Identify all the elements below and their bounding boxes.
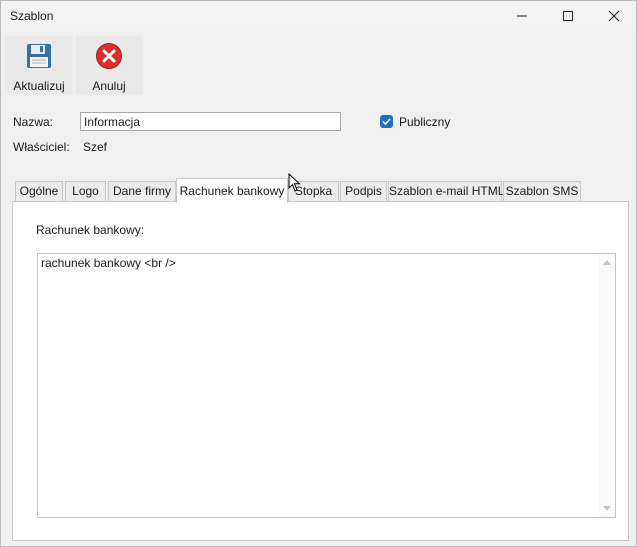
vertical-scrollbar[interactable]: [599, 254, 615, 517]
cancel-button[interactable]: Anuluj: [75, 35, 143, 95]
title-bar[interactable]: Szablon: [1, 1, 636, 31]
name-input[interactable]: Informacja: [80, 112, 341, 131]
minimize-icon: [517, 15, 527, 17]
tab-rachunek-bankowy[interactable]: Rachunek bankowy: [176, 178, 288, 203]
close-icon: [608, 10, 620, 22]
owner-value: Szef: [83, 140, 108, 154]
tab-ogolne[interactable]: Ogólne: [15, 181, 63, 201]
maximize-icon: [563, 11, 573, 21]
owner-label: Właściciel:: [13, 140, 70, 154]
tab-szablon-email-html[interactable]: Szablon e-mail HTML: [388, 181, 505, 201]
public-label: Publiczny: [399, 115, 451, 129]
name-value: Informacja: [84, 115, 141, 129]
tab-label: Logo: [72, 184, 99, 198]
tab-label: Rachunek bankowy: [179, 184, 285, 198]
tab-label: Szablon SMS: [505, 184, 579, 198]
tab-szablon-sms[interactable]: Szablon SMS: [503, 181, 581, 201]
close-button[interactable]: [591, 1, 637, 31]
cancel-label: Anuluj: [92, 79, 126, 93]
tab-label: Dane firmy: [112, 184, 171, 198]
tab-logo[interactable]: Logo: [65, 181, 106, 201]
app-window: Szablon Aktualizuj Anuluj Nazwa: Informa…: [0, 0, 637, 547]
name-label: Nazwa:: [13, 115, 54, 129]
update-button[interactable]: Aktualizuj: [5, 35, 73, 95]
bank-account-textarea[interactable]: rachunek bankowy <br />: [37, 253, 616, 518]
public-checkbox[interactable]: [380, 115, 393, 128]
checkmark-icon: [382, 118, 391, 126]
floppy-disk-icon: [27, 44, 51, 68]
tab-label: Szablon e-mail HTML: [389, 184, 505, 198]
tab-label: Ogólne: [19, 184, 59, 198]
tab-label: Podpis: [345, 184, 382, 198]
red-x-icon: [96, 43, 122, 69]
update-label: Aktualizuj: [13, 79, 65, 93]
window-title: Szablon: [10, 9, 54, 23]
tab-dane-firmy[interactable]: Dane firmy: [108, 181, 176, 201]
scroll-down-icon[interactable]: [603, 506, 611, 511]
bank-account-label: Rachunek bankowy:: [36, 223, 145, 237]
maximize-button[interactable]: [545, 1, 591, 31]
mouse-cursor-icon: [288, 173, 301, 192]
tab-podpis[interactable]: Podpis: [340, 181, 387, 201]
textarea-content: rachunek bankowy <br />: [41, 256, 176, 270]
minimize-button[interactable]: [499, 1, 545, 31]
scroll-up-icon[interactable]: [603, 260, 611, 265]
